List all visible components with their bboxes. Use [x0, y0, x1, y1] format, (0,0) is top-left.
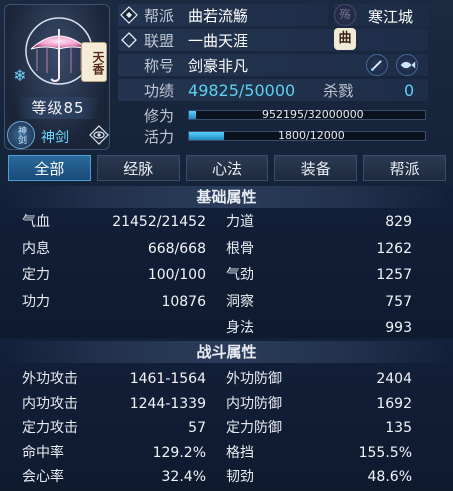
cultivation-bar-fill [189, 111, 197, 119]
sect-diamond-icon [120, 6, 138, 24]
alliance-row: 联盟 一曲天涯 [116, 28, 248, 52]
sect-row: 帮派 曲若流觞 [116, 3, 248, 27]
stat-value: 57 [188, 420, 206, 436]
edit-title-button[interactable] [366, 54, 388, 76]
tab-meridians[interactable]: 经脉 [96, 155, 180, 181]
sect-label: 帮派 [144, 6, 175, 25]
stat-label: 会心率 [22, 469, 64, 485]
stat-label: 定力 [22, 267, 50, 283]
alliance-diamond-icon [121, 32, 137, 48]
combat-attributes-title: 战斗属性 [0, 341, 453, 363]
stat-value: 155.5% [358, 444, 412, 461]
vitality-bar-fill [189, 132, 225, 140]
school-name: 神剑 [41, 130, 69, 146]
stat-value: 1257 [376, 267, 412, 283]
kills-value: 0 [404, 81, 415, 100]
merit-row: 功绩 49825/50000 杀戮 [116, 78, 353, 102]
stat-value: 1692 [376, 395, 412, 412]
title-label: 称号 [144, 56, 175, 75]
fish-icon [400, 61, 416, 69]
stat-value: 100/100 [147, 267, 206, 283]
stat-value: 757 [385, 293, 412, 310]
stat-label: 韧劲 [226, 469, 254, 485]
stat-value: 129.2% [152, 444, 206, 461]
stat-label: 外功攻击 [22, 371, 78, 387]
title-row: 称号 剑豪非凡 [116, 53, 248, 77]
cultivation-label: 修为 [144, 106, 175, 125]
character-portrait: 天香 ❄ 等级85 神剑 神剑 [4, 4, 110, 150]
cultivation-row: 修为 [116, 105, 174, 125]
stat-label: 洞察 [226, 293, 254, 310]
sect-value[interactable]: 曲若流觞 [188, 5, 248, 26]
tab-equipment[interactable]: 装备 [274, 155, 358, 181]
faction-tag: 天香 [81, 42, 107, 82]
kills-label: 杀戮 [323, 81, 354, 100]
stat-value: 1461-1564 [129, 371, 206, 387]
stat-value: 10876 [161, 293, 206, 310]
stat-value: 668/668 [147, 240, 206, 257]
category-tabs: 全部 经脉 心法 装备 帮派 [8, 155, 446, 183]
stat-label: 气劲 [226, 267, 254, 283]
level-text: 等级85 [31, 99, 85, 117]
vitality-label: 活力 [144, 127, 175, 146]
brush-icon [371, 60, 382, 71]
character-panel: 天香 ❄ 等级85 神剑 神剑 帮派 曲若流觞 殇 寒江城 联盟 一曲天涯 曲 [0, 0, 453, 491]
stat-value: 993 [385, 320, 412, 336]
stat-label: 外功防御 [226, 371, 282, 387]
stat-value: 1244-1339 [129, 395, 206, 412]
stat-label: 定力防御 [226, 420, 282, 436]
stat-label: 身法 [226, 320, 254, 336]
merit-value: 49825/50000 [188, 80, 296, 100]
alliance-badge: 曲 [334, 28, 356, 50]
vitality-value: 1800/12000 [278, 129, 345, 142]
stat-label: 内功防御 [226, 395, 282, 412]
tab-all[interactable]: 全部 [8, 155, 91, 181]
eye-icon[interactable] [89, 125, 109, 145]
stat-label: 根骨 [226, 240, 254, 257]
alliance-value[interactable]: 一曲天涯 [188, 30, 248, 51]
basic-attributes-title: 基础属性 [0, 186, 453, 208]
snowflake-icon: ❄ [13, 66, 27, 85]
stat-label: 内息 [22, 240, 50, 257]
stat-value: 829 [385, 214, 412, 230]
stat-label: 功力 [22, 293, 50, 310]
cultivation-value: 952195/32000000 [262, 108, 364, 121]
tab-guild[interactable]: 帮派 [363, 155, 446, 181]
title-value: 剑豪非凡 [188, 56, 249, 75]
basic-attributes-section [0, 186, 453, 338]
stat-value: 48.6% [367, 469, 412, 485]
city-value: 寒江城 [368, 8, 414, 26]
vitality-row: 活力 [116, 126, 174, 146]
stat-label: 内功攻击 [22, 395, 78, 412]
stat-label: 定力攻击 [22, 420, 78, 436]
mount-button[interactable] [396, 54, 418, 76]
alliance-label: 联盟 [144, 31, 175, 50]
stat-label: 力道 [226, 214, 254, 230]
stat-value: 1262 [376, 240, 412, 257]
stat-label: 气血 [22, 214, 50, 230]
school-badge: 神剑 [7, 121, 35, 149]
merit-label: 功绩 [144, 81, 175, 100]
stat-value: 135 [385, 420, 412, 436]
stat-label: 格挡 [226, 444, 254, 461]
stat-value: 2404 [376, 371, 412, 387]
stat-label: 命中率 [22, 444, 64, 461]
stat-value: 21452/21452 [112, 214, 206, 230]
stat-value: 32.4% [161, 469, 206, 485]
tab-mental-arts[interactable]: 心法 [185, 155, 269, 181]
